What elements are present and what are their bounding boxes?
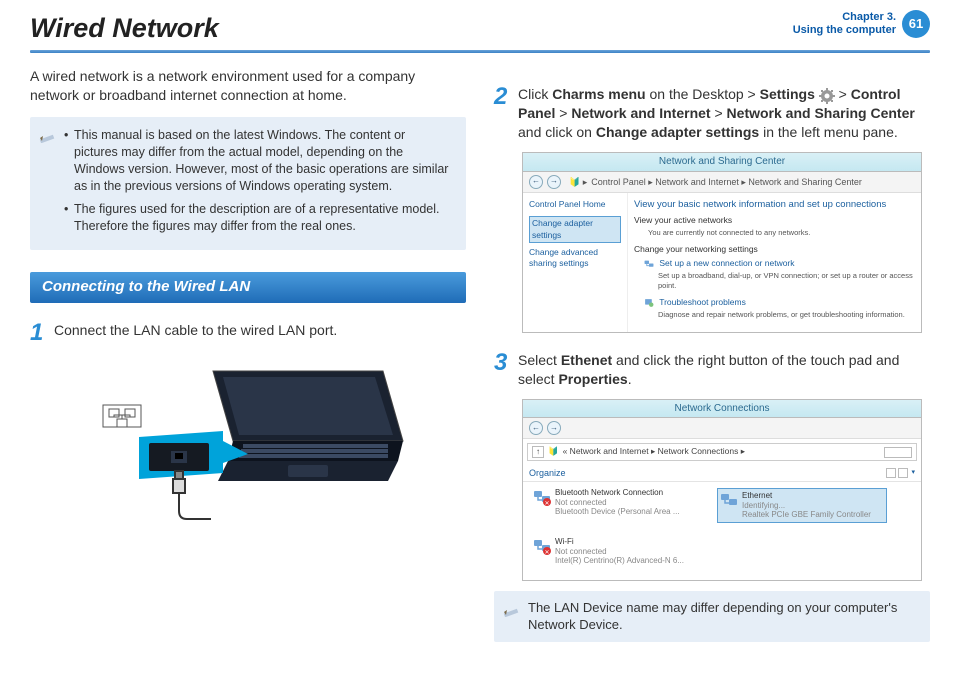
- connection-wifi[interactable]: ✕ Wi-FiNot connectedIntel(R) Centrino(R)…: [533, 537, 703, 566]
- forward-button[interactable]: →: [547, 175, 561, 189]
- chapter-indicator: Chapter 3. Using the computer 61: [793, 10, 930, 38]
- change-settings-label: Change your networking settings: [634, 244, 915, 255]
- help-button[interactable]: [898, 468, 908, 478]
- window-toolbar: ← → 🔰 ▸ Control Panel ▸ Network and Inte…: [523, 172, 921, 193]
- change-adapter-settings-link[interactable]: Change adapter settings: [529, 216, 621, 243]
- change-advanced-sharing-link[interactable]: Change advanced sharing settings: [529, 247, 621, 270]
- setup-connection-link[interactable]: Set up a new connection or network: [659, 258, 794, 268]
- network-connections-window: Network Connections ← → ↑ 🔰 « Network an…: [522, 399, 922, 581]
- step-3: 3 Select Ethenet and click the right but…: [494, 347, 930, 389]
- gear-icon: [819, 88, 835, 104]
- connections-list: ✕ Bluetooth Network ConnectionNot connec…: [529, 482, 915, 572]
- up-button[interactable]: ↑: [532, 446, 544, 458]
- search-input[interactable]: [884, 447, 912, 458]
- step-1: 1 Connect the LAN cable to the wired LAN…: [30, 317, 466, 349]
- note-item: This manual is based on the latest Windo…: [64, 127, 452, 195]
- connection-ethernet[interactable]: EthernetIdentifying...Realtek PCIe GBE F…: [717, 488, 887, 523]
- svg-text:✕: ✕: [544, 550, 549, 555]
- page-title: Wired Network: [30, 10, 219, 46]
- connection-bluetooth[interactable]: ✕ Bluetooth Network ConnectionNot connec…: [533, 488, 703, 523]
- pencil-icon: [502, 599, 520, 617]
- connection-icon: [644, 259, 654, 269]
- step-text: Select Ethenet and click the right butto…: [518, 347, 930, 389]
- breadcrumb-bar: ↑ 🔰 « Network and Internet ▸ Network Con…: [527, 443, 917, 461]
- troubleshoot-link[interactable]: Troubleshoot problems: [659, 297, 746, 307]
- laptop-figure: [30, 361, 466, 546]
- header-rule: [30, 50, 930, 53]
- breadcrumb[interactable]: Control Panel ▸ Network and Internet ▸ N…: [591, 176, 862, 188]
- window-title: Network and Sharing Center: [523, 153, 921, 172]
- intro-text: A wired network is a network environment…: [30, 67, 466, 105]
- step-text: Click Charms menu on the Desktop > Setti…: [518, 81, 930, 142]
- organize-menu[interactable]: Organize: [529, 467, 566, 479]
- setup-connection-sub: Set up a broadband, dial-up, or VPN conn…: [658, 271, 915, 291]
- window-toolbar: ← →: [523, 418, 921, 439]
- chapter-line1: Chapter 3.: [793, 11, 896, 24]
- troubleshoot-icon: [644, 298, 654, 308]
- pencil-icon: [38, 125, 56, 143]
- back-button[interactable]: ←: [529, 421, 543, 435]
- note-item: The figures used for the description are…: [64, 201, 452, 235]
- step-number: 2: [494, 81, 518, 142]
- active-networks-sub: You are currently not connected to any n…: [648, 228, 915, 238]
- section-header: Connecting to the Wired LAN: [30, 272, 466, 302]
- svg-text:✕: ✕: [544, 501, 549, 506]
- control-panel-home-link[interactable]: Control Panel Home: [529, 199, 621, 210]
- note-text: The LAN Device name may differ depending…: [528, 600, 897, 633]
- network-adapter-icon: ✕: [533, 488, 551, 506]
- note-box: This manual is based on the latest Windo…: [30, 117, 466, 250]
- network-adapter-icon: ✕: [533, 537, 551, 555]
- nsc-heading: View your basic network information and …: [634, 199, 915, 212]
- breadcrumb[interactable]: « Network and Internet ▸ Network Connect…: [563, 446, 745, 457]
- step-number: 3: [494, 347, 518, 389]
- active-networks-label: View your active networks: [634, 215, 915, 226]
- view-button[interactable]: [886, 468, 896, 478]
- chapter-line2: Using the computer: [793, 24, 896, 37]
- troubleshoot-sub: Diagnose and repair network problems, or…: [658, 310, 915, 320]
- step-number: 1: [30, 317, 54, 349]
- network-adapter-icon: [720, 491, 738, 509]
- window-title: Network Connections: [523, 400, 921, 419]
- back-button[interactable]: ←: [529, 175, 543, 189]
- note-box: The LAN Device name may differ depending…: [494, 591, 930, 642]
- step-2: 2 Click Charms menu on the Desktop > Set…: [494, 81, 930, 142]
- forward-button[interactable]: →: [547, 421, 561, 435]
- step-text: Connect the LAN cable to the wired LAN p…: [54, 317, 337, 349]
- page-number-badge: 61: [902, 10, 930, 38]
- network-sharing-center-window: Network and Sharing Center ← → 🔰 ▸ Contr…: [522, 152, 922, 333]
